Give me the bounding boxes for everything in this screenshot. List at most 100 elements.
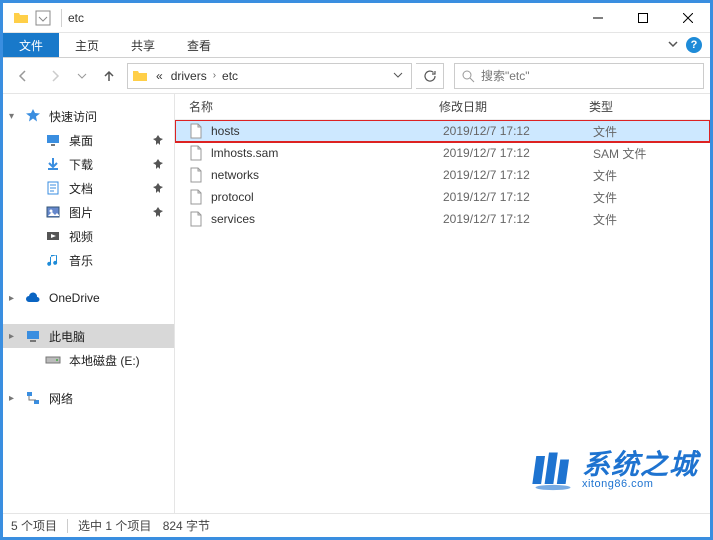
column-date[interactable]: 修改日期 (439, 98, 589, 115)
sidebar-local-disk[interactable]: 本地磁盘 (E:) (3, 348, 174, 372)
file-row[interactable]: networks2019/12/7 17:12文件 (175, 164, 710, 186)
file-date: 2019/12/7 17:12 (443, 168, 593, 182)
star-icon (25, 108, 41, 124)
search-placeholder: 搜索"etc" (481, 67, 530, 84)
nav-forward-button[interactable] (41, 62, 69, 90)
file-list[interactable]: hosts2019/12/7 17:12文件lmhosts.sam2019/12… (175, 120, 710, 513)
nav-row: « drivers › etc 搜索"etc" (3, 58, 710, 94)
file-name: hosts (211, 124, 443, 138)
file-icon (189, 123, 203, 139)
file-row[interactable]: lmhosts.sam2019/12/7 17:12SAM 文件 (175, 142, 710, 164)
file-name: lmhosts.sam (211, 146, 443, 160)
search-icon (461, 69, 475, 83)
sidebar-item-label: 音乐 (69, 252, 93, 269)
file-pane: 名称 修改日期 类型 hosts2019/12/7 17:12文件lmhosts… (175, 94, 710, 513)
chevron-right-icon[interactable]: ▸ (9, 393, 14, 404)
file-row[interactable]: protocol2019/12/7 17:12文件 (175, 186, 710, 208)
sidebar-quick-item[interactable]: 下载 (3, 152, 174, 176)
column-type[interactable]: 类型 (589, 98, 710, 115)
sidebar-item-label: 桌面 (69, 132, 93, 149)
tab-home[interactable]: 主页 (59, 33, 115, 57)
sidebar-quick-item[interactable]: 视频 (3, 224, 174, 248)
status-count: 5 个项目 (11, 517, 57, 534)
breadcrumb-prefix[interactable]: « (152, 69, 167, 83)
refresh-button[interactable] (416, 63, 444, 89)
column-name[interactable]: 名称 (189, 98, 439, 115)
ribbon-expand-icon[interactable] (666, 37, 680, 54)
nav-up-button[interactable] (95, 62, 123, 90)
help-icon[interactable]: ? (686, 37, 702, 53)
chevron-down-icon[interactable]: ▾ (9, 111, 14, 122)
file-date: 2019/12/7 17:12 (443, 190, 593, 204)
sidebar-label: 网络 (49, 390, 73, 407)
network-icon (25, 390, 41, 406)
titlebar-divider (61, 9, 62, 27)
tab-share[interactable]: 共享 (115, 33, 171, 57)
file-date: 2019/12/7 17:12 (443, 146, 593, 160)
status-size: 824 字节 (163, 517, 210, 534)
pin-icon (152, 158, 164, 170)
sidebar-item-label: 文档 (69, 180, 93, 197)
sidebar-quick-access[interactable]: ▾ 快速访问 (3, 104, 174, 128)
address-dropdown-icon[interactable] (389, 69, 407, 83)
address-folder-icon (132, 68, 148, 84)
sidebar-network[interactable]: ▸ 网络 (3, 386, 174, 410)
file-name: services (211, 212, 443, 226)
window-folder-icon (13, 10, 29, 26)
sidebar-this-pc[interactable]: ▸ 此电脑 (3, 324, 174, 348)
drive-icon (45, 352, 61, 368)
search-box[interactable]: 搜索"etc" (454, 63, 704, 89)
chevron-right-icon[interactable]: ▸ (9, 331, 14, 342)
file-icon (189, 167, 203, 183)
pc-icon (25, 328, 41, 344)
nav-back-button[interactable] (9, 62, 37, 90)
file-row[interactable]: services2019/12/7 17:12文件 (175, 208, 710, 230)
pin-icon (152, 206, 164, 218)
cloud-icon (25, 290, 41, 306)
videos-icon (45, 228, 61, 244)
maximize-button[interactable] (620, 3, 665, 32)
sidebar-label: 此电脑 (49, 328, 85, 345)
status-sep (67, 519, 68, 533)
close-button[interactable] (665, 3, 710, 32)
breadcrumb-sep-icon[interactable]: › (211, 70, 218, 81)
address-bar[interactable]: « drivers › etc (127, 63, 412, 89)
file-type: 文件 (593, 123, 617, 140)
sidebar-quick-item[interactable]: 图片 (3, 200, 174, 224)
sidebar-item-label: 下载 (69, 156, 93, 173)
ribbon-tabs: 文件 主页 共享 查看 ? (3, 33, 710, 58)
documents-icon (45, 180, 61, 196)
file-type: 文件 (593, 211, 617, 228)
downloads-icon (45, 156, 61, 172)
tab-file[interactable]: 文件 (3, 33, 59, 57)
pin-icon (152, 134, 164, 146)
file-name: networks (211, 168, 443, 182)
file-icon (189, 145, 203, 161)
sidebar-quick-item[interactable]: 桌面 (3, 128, 174, 152)
file-icon (189, 189, 203, 205)
sidebar-label: 本地磁盘 (E:) (69, 352, 140, 369)
pictures-icon (45, 204, 61, 220)
nav-recent-button[interactable] (73, 62, 91, 90)
music-icon (45, 252, 61, 268)
column-headers: 名称 修改日期 类型 (175, 94, 710, 120)
sidebar-onedrive[interactable]: ▸ OneDrive (3, 286, 174, 310)
file-type: SAM 文件 (593, 145, 646, 162)
file-name: protocol (211, 190, 443, 204)
tab-view[interactable]: 查看 (171, 33, 227, 57)
file-date: 2019/12/7 17:12 (443, 124, 593, 138)
status-bar: 5 个项目 选中 1 个项目 824 字节 (3, 513, 710, 537)
pin-icon (152, 182, 164, 194)
status-selection: 选中 1 个项目 (78, 517, 151, 534)
file-row[interactable]: hosts2019/12/7 17:12文件 (175, 120, 710, 142)
breadcrumb-part[interactable]: drivers (167, 69, 211, 83)
sidebar-item-label: 视频 (69, 228, 93, 245)
minimize-button[interactable] (575, 3, 620, 32)
file-icon (189, 211, 203, 227)
chevron-right-icon[interactable]: ▸ (9, 293, 14, 304)
breadcrumb-part[interactable]: etc (218, 69, 242, 83)
sidebar-quick-item[interactable]: 音乐 (3, 248, 174, 272)
qat-dropdown-icon[interactable] (35, 11, 51, 25)
sidebar-quick-item[interactable]: 文档 (3, 176, 174, 200)
title-bar: etc (3, 3, 710, 33)
